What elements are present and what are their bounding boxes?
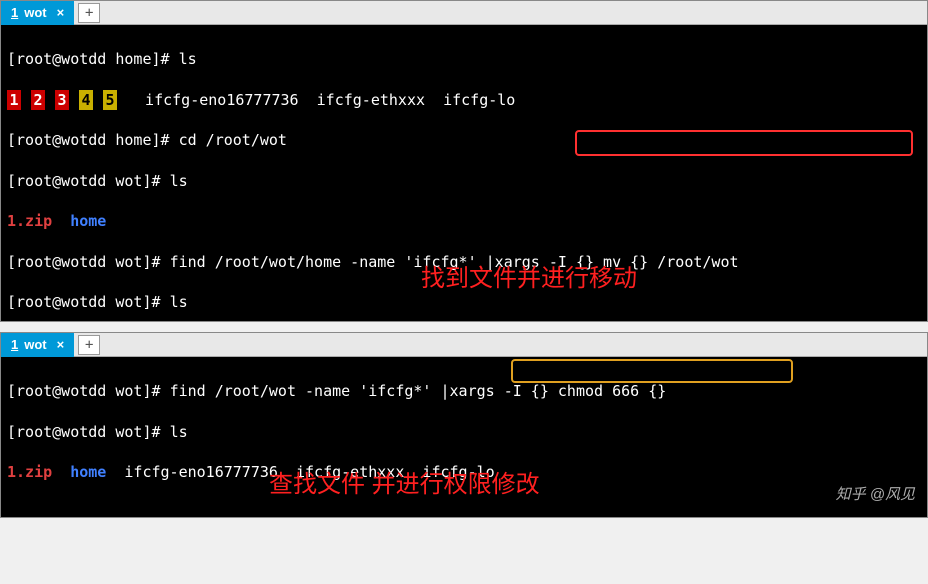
annotation-find-move: 找到文件并进行移动 bbox=[421, 263, 637, 295]
dir-2: 2 bbox=[31, 90, 45, 110]
dir-home: home bbox=[70, 212, 106, 230]
cmd-ls: ls bbox=[170, 423, 188, 441]
tab-number: 1 bbox=[11, 5, 18, 20]
new-tab-button[interactable]: + bbox=[78, 3, 100, 23]
close-icon[interactable]: × bbox=[57, 337, 65, 352]
dir-3: 3 bbox=[55, 90, 69, 110]
file-zip: 1.zip bbox=[7, 463, 52, 481]
dir-home: home bbox=[70, 463, 106, 481]
ls-output-files: ifcfg-eno16777736 ifcfg-ethxxx ifcfg-lo bbox=[127, 91, 515, 109]
terminal-output-1[interactable]: [root@wotdd home]# ls 12345 ifcfg-eno167… bbox=[1, 25, 927, 321]
prompt: [root@wotdd wot]# bbox=[7, 253, 170, 271]
prompt: [root@wotdd home]# bbox=[7, 50, 179, 68]
prompt: [root@wotdd wot]# bbox=[7, 172, 170, 190]
terminal-window-1: 1 wot × + [root@wotdd home]# ls 12345 if… bbox=[0, 0, 928, 322]
tab-wot[interactable]: 1 wot × bbox=[1, 333, 74, 357]
tab-label: wot bbox=[24, 337, 46, 352]
file-zip: 1.zip bbox=[7, 212, 52, 230]
close-icon[interactable]: × bbox=[57, 5, 65, 20]
dir-4: 4 bbox=[79, 90, 93, 110]
prompt: [root@wotdd wot]# bbox=[7, 382, 170, 400]
watermark: 知乎 @风见 bbox=[836, 485, 915, 505]
terminal-output-2[interactable]: [root@wotdd wot]# find /root/wot -name '… bbox=[1, 357, 927, 517]
prompt: [root@wotdd home]# bbox=[7, 131, 179, 149]
cmd-ls: ls bbox=[170, 172, 188, 190]
cmd-find-xargs-chmod: find /root/wot -name 'ifcfg*' |xargs -I … bbox=[170, 382, 667, 400]
cmd-ls: ls bbox=[170, 293, 188, 311]
highlight-xargs-chmod bbox=[511, 359, 793, 383]
dir-1: 1 bbox=[7, 90, 21, 110]
prompt: [root@wotdd wot]# bbox=[7, 293, 170, 311]
terminal-window-2: 1 wot × + [root@wotdd wot]# find /root/w… bbox=[0, 332, 928, 518]
tab-label: wot bbox=[24, 5, 46, 20]
cmd-ls: ls bbox=[179, 50, 197, 68]
tab-bar: 1 wot × + bbox=[1, 1, 927, 25]
tab-number: 1 bbox=[11, 337, 18, 352]
dir-5: 5 bbox=[103, 90, 117, 110]
tab-wot[interactable]: 1 wot × bbox=[1, 1, 74, 25]
annotation-find-chmod: 查找文件 并进行权限修改 bbox=[269, 469, 540, 501]
tab-bar: 1 wot × + bbox=[1, 333, 927, 357]
prompt: [root@wotdd wot]# bbox=[7, 423, 170, 441]
cmd-cd: cd /root/wot bbox=[179, 131, 287, 149]
new-tab-button[interactable]: + bbox=[78, 335, 100, 355]
